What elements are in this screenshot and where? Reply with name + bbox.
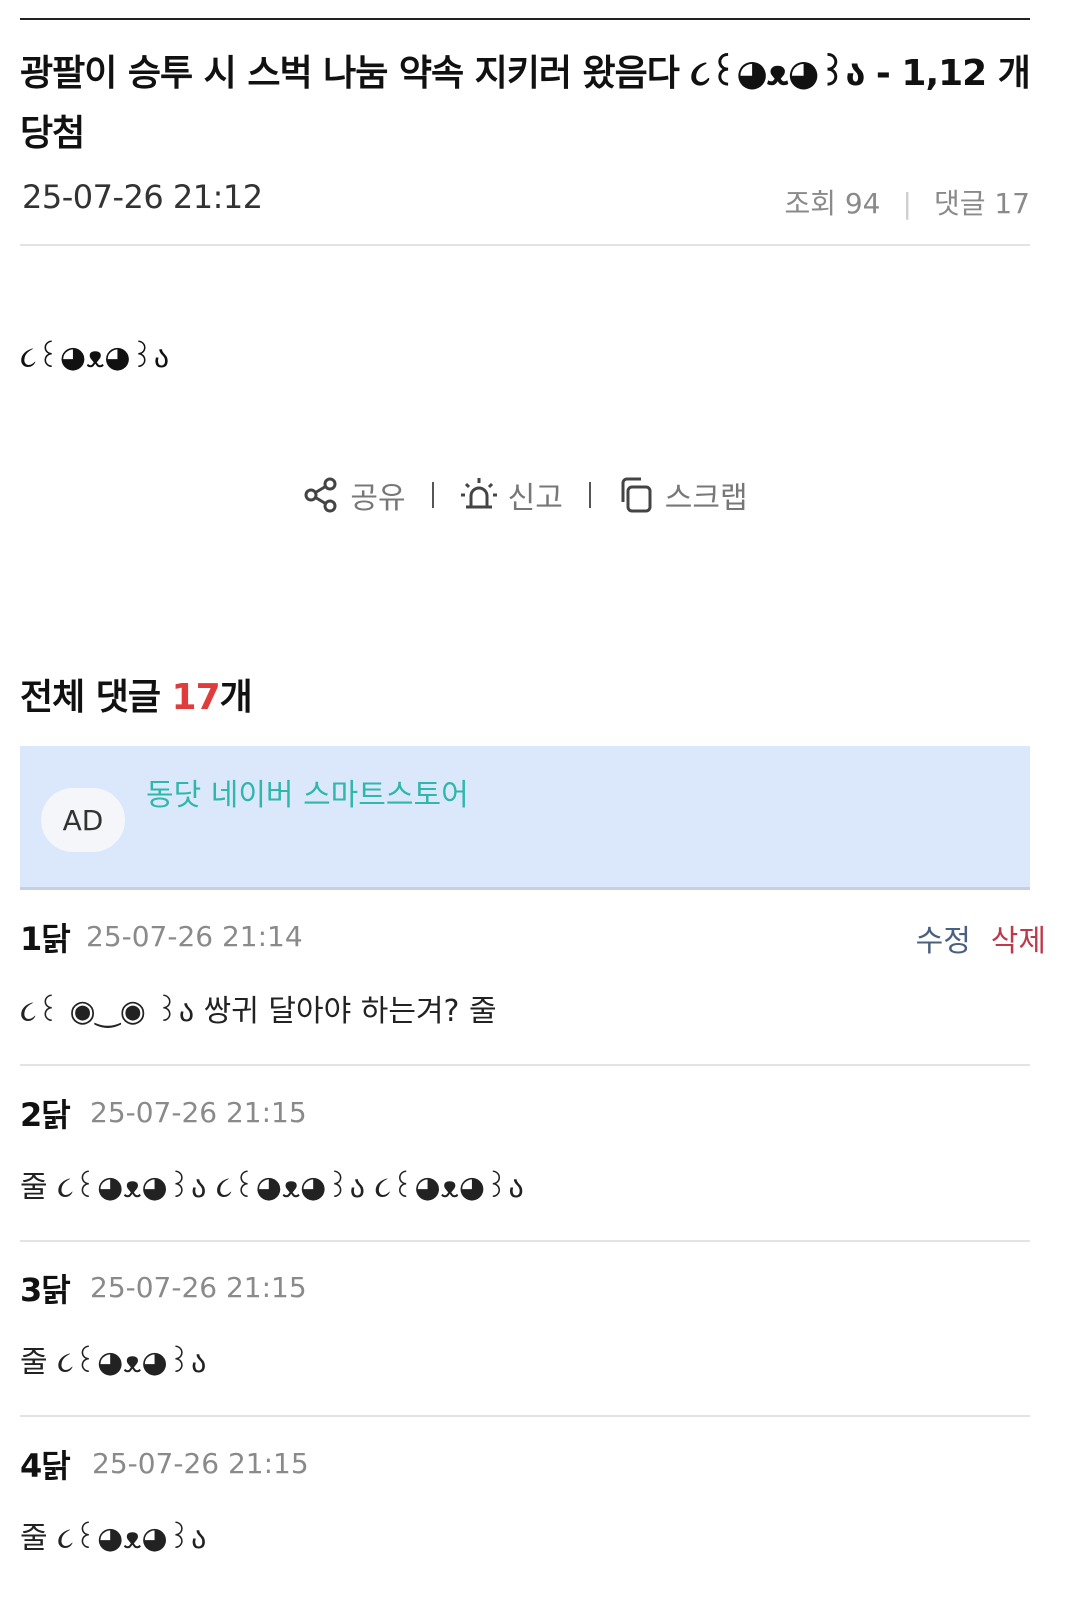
ad-badge: AD: [41, 788, 125, 852]
share-icon: [304, 477, 337, 513]
comment-date: 25-07-26 21:14: [86, 920, 303, 953]
post-title: 광팔이 승투 시 스벅 나눔 약속 지키러 왔음다 ૮꒰◕ᴥ◕꒱ა - 1,12…: [20, 53, 1031, 154]
comment-author: 4닭: [20, 1447, 71, 1485]
comment-text: ૮꒰ ◉‿◉ ꒱ა 쌍귀 달아야 하는겨? 줄: [20, 994, 497, 1029]
comment-header: 3닭 25-07-26 21:15: [20, 1265, 1030, 1311]
action-divider: [431, 482, 434, 508]
view-count: 조회 94: [784, 187, 881, 220]
comment-text: 줄 ૮꒰◕ᴥ◕꒱ა: [20, 1521, 207, 1556]
ad-banner[interactable]: AD 동닷 네이버 스마트스토어: [20, 746, 1030, 890]
stats-divider: |: [902, 187, 912, 220]
top-divider: [20, 18, 1030, 20]
comment-divider: [20, 1064, 1030, 1066]
comment-author: 2닭: [20, 1096, 71, 1134]
comment-header: 2닭 25-07-26 21:15: [20, 1090, 1030, 1136]
post-stats: 조회 94 | 댓글 17: [784, 182, 1030, 222]
comment-count: 댓글 17: [933, 187, 1030, 220]
comment-text: 줄 ૮꒰◕ᴥ◕꒱ა ૮꒰◕ᴥ◕꒱ა ૮꒰◕ᴥ◕꒱ა: [20, 1170, 524, 1205]
post-body: ૮꒰◕ᴥ◕꒱ა: [20, 340, 170, 375]
comment-date: 25-07-26 21:15: [90, 1096, 307, 1129]
comment-divider: [20, 1415, 1030, 1417]
scrap-label: 스크랩: [664, 481, 748, 516]
meta-divider: [20, 244, 1030, 246]
siren-icon: [460, 478, 497, 509]
ad-link[interactable]: 동닷 네이버 스마트스토어: [146, 770, 469, 814]
edit-button[interactable]: 수정: [916, 924, 971, 959]
comment-item: 1닭 25-07-26 21:14 수정 삭제 ૮꒰ ◉‿◉ ꒱ა 쌍귀 달아야 …: [20, 914, 1046, 1029]
scrap-button[interactable]: 스크랩: [617, 473, 748, 517]
comment-author: 3닭: [20, 1271, 71, 1309]
comment-actions: 수정 삭제: [916, 916, 1046, 960]
comments-heading-suffix: 개: [219, 677, 253, 718]
comment-item: 2닭 25-07-26 21:15 줄 ૮꒰◕ᴥ◕꒱ა ૮꒰◕ᴥ◕꒱ა ૮꒰◕ᴥ…: [20, 1090, 1030, 1205]
delete-button[interactable]: 삭제: [991, 924, 1046, 959]
comment-text: 줄 ૮꒰◕ᴥ◕꒱ა: [20, 1345, 207, 1380]
comments-heading: 전체 댓글 17개: [20, 668, 253, 720]
share-label: 공유: [350, 481, 406, 516]
post-date: 25-07-26 21:12: [22, 178, 263, 216]
comments-heading-prefix: 전체 댓글: [20, 677, 172, 718]
comment-item: 4닭 25-07-26 21:15 줄 ૮꒰◕ᴥ◕꒱ა: [20, 1441, 1030, 1556]
comment-author: 1닭: [20, 920, 71, 958]
action-divider: [588, 482, 591, 508]
share-button[interactable]: 공유: [302, 473, 406, 517]
comment-header: 1닭 25-07-26 21:14 수정 삭제: [20, 914, 1046, 960]
post-actions: 공유 신고 스크랩: [0, 470, 1050, 520]
comments-total-count: 17: [171, 677, 221, 718]
comment-date: 25-07-26 21:15: [90, 1271, 307, 1304]
report-label: 신고: [507, 481, 563, 516]
copy-icon: [621, 477, 652, 513]
report-button[interactable]: 신고: [460, 473, 563, 517]
comment-header: 4닭 25-07-26 21:15: [20, 1441, 1030, 1487]
comment-date: 25-07-26 21:15: [92, 1447, 309, 1480]
post-meta: 25-07-26 21:12 조회 94 | 댓글 17: [20, 174, 1030, 222]
comment-item: 3닭 25-07-26 21:15 줄 ૮꒰◕ᴥ◕꒱ა: [20, 1265, 1030, 1380]
comment-divider: [20, 1240, 1030, 1242]
